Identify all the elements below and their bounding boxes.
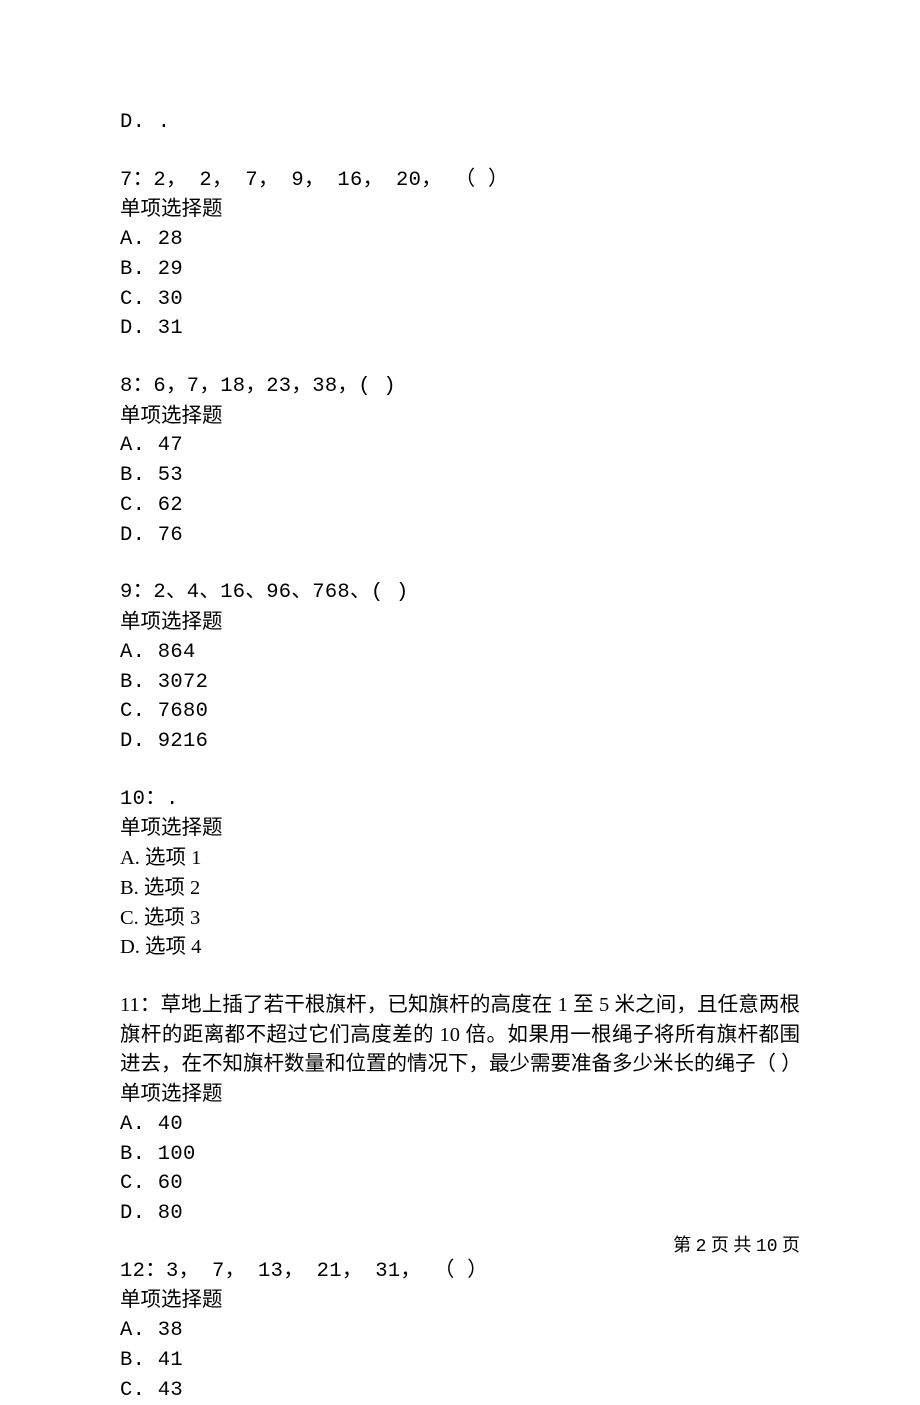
option-d: D. 31 — [120, 314, 800, 344]
option-d: D. 9216 — [120, 727, 800, 757]
question-stem: 8：6，7，18，23，38，( ) — [120, 372, 800, 402]
question-12: 12：3， 7， 13， 21， 31， （ ） 单项选择题 A. 38 B. … — [120, 1257, 800, 1405]
question-type: 单项选择题 — [120, 402, 800, 432]
option-c: C. 选项 3 — [120, 904, 800, 934]
option-b: B. 100 — [120, 1140, 800, 1170]
question-type: 单项选择题 — [120, 814, 800, 844]
question-8: 8：6，7，18，23，38，( ) 单项选择题 A. 47 B. 53 C. … — [120, 372, 800, 550]
question-stem: 7：2， 2， 7， 9， 16， 20， （ ） — [120, 166, 800, 196]
option-a: A. 38 — [120, 1316, 800, 1346]
option-c: C. 60 — [120, 1169, 800, 1199]
footer-prefix: 第 — [673, 1235, 696, 1255]
option-c: C. 43 — [120, 1376, 800, 1405]
question-stem: 11：草地上插了若干根旗杆，已知旗杆的高度在 1 至 5 米之间，且任意两根旗杆… — [120, 991, 800, 1080]
question-stem: 12：3， 7， 13， 21， 31， （ ） — [120, 1257, 800, 1287]
page-footer: 第 2 页 共 10 页 — [673, 1232, 800, 1260]
question-type: 单项选择题 — [120, 195, 800, 225]
option-b: B. 53 — [120, 461, 800, 491]
option-b: B. 41 — [120, 1346, 800, 1376]
option-d: D. 76 — [120, 521, 800, 551]
option-a: A. 28 — [120, 225, 800, 255]
footer-middle: 页 共 — [706, 1235, 756, 1255]
question-stem: 9：2、4、16、96、768、( ) — [120, 578, 800, 608]
question-7: 7：2， 2， 7， 9， 16， 20， （ ） 单项选择题 A. 28 B.… — [120, 166, 800, 344]
option-c: C. 7680 — [120, 697, 800, 727]
question-10: 10：. 单项选择题 A. 选项 1 B. 选项 2 C. 选项 3 D. 选项… — [120, 785, 800, 963]
footer-total-pages: 10 — [756, 1237, 778, 1257]
option-c: C. 30 — [120, 285, 800, 315]
option-b: B. 选项 2 — [120, 874, 800, 904]
footer-current-page: 2 — [696, 1237, 707, 1257]
option-a: A. 864 — [120, 638, 800, 668]
option-d: D. 选项 4 — [120, 933, 800, 963]
question-stem: 10：. — [120, 785, 800, 815]
question-6-tail: D. . — [120, 108, 800, 138]
option-d: D. 80 — [120, 1199, 800, 1229]
option-b: B. 3072 — [120, 668, 800, 698]
question-type: 单项选择题 — [120, 608, 800, 638]
option-a: A. 40 — [120, 1110, 800, 1140]
option-c: C. 62 — [120, 491, 800, 521]
question-9: 9：2、4、16、96、768、( ) 单项选择题 A. 864 B. 3072… — [120, 578, 800, 756]
option-d: D. . — [120, 108, 800, 138]
option-b: B. 29 — [120, 255, 800, 285]
page-container: D. . 7：2， 2， 7， 9， 16， 20， （ ） 单项选择题 A. … — [0, 0, 920, 1302]
option-a: A. 47 — [120, 431, 800, 461]
question-type: 单项选择题 — [120, 1080, 800, 1110]
footer-suffix: 页 — [778, 1235, 801, 1255]
question-type: 单项选择题 — [120, 1286, 800, 1316]
option-a: A. 选项 1 — [120, 844, 800, 874]
question-11: 11：草地上插了若干根旗杆，已知旗杆的高度在 1 至 5 米之间，且任意两根旗杆… — [120, 991, 800, 1229]
